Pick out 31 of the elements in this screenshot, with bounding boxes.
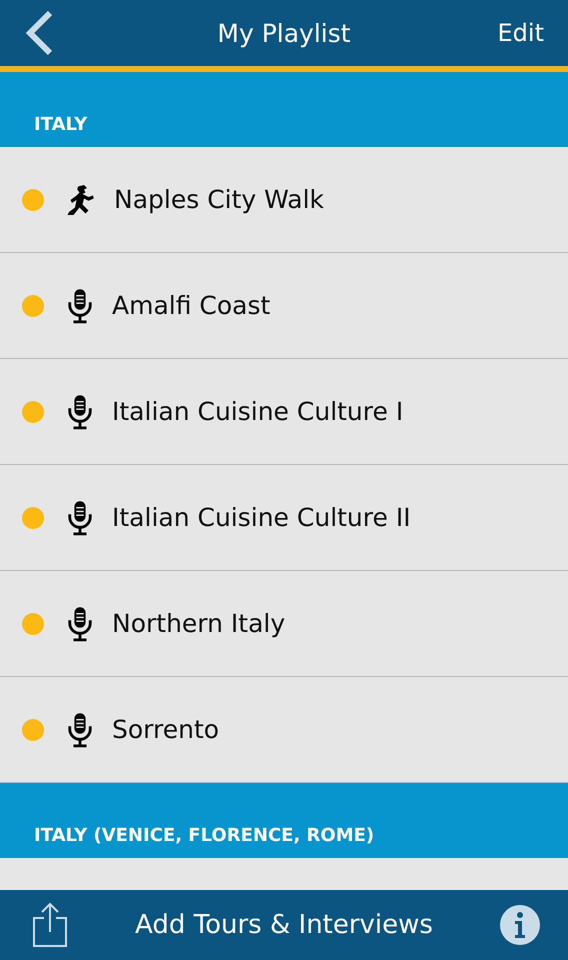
add-tours-button[interactable]: Add Tours & Interviews	[135, 910, 433, 940]
microphone-icon	[66, 498, 94, 536]
item-title: Northern Italy	[112, 609, 286, 638]
walking-figure-icon	[66, 182, 96, 216]
status-dot	[22, 506, 44, 528]
playlist-item[interactable]: Italian Cuisine Culture II	[0, 465, 568, 571]
status-dot	[22, 612, 44, 634]
back-icon[interactable]	[24, 9, 54, 57]
item-title: Italian Cuisine Culture I	[112, 397, 404, 426]
microphone-icon	[66, 392, 94, 430]
playlist-item[interactable]: Amalfi Coast	[0, 253, 568, 359]
section-title: ITALY (VENICE, FLORENCE, ROME)	[34, 825, 374, 846]
playlist-item[interactable]: Northern Italy	[0, 571, 568, 677]
item-title: Sorrento	[112, 715, 220, 744]
playlist-item[interactable]: Naples City Walk	[0, 147, 568, 253]
microphone-icon	[66, 604, 94, 642]
item-title: Italian Cuisine Culture II	[112, 503, 411, 532]
status-dot	[22, 188, 44, 210]
playlist-item[interactable]: Italian Cuisine Culture I	[0, 359, 568, 465]
microphone-icon	[66, 710, 94, 748]
section-title: ITALY	[34, 114, 88, 135]
edit-button[interactable]: Edit	[498, 19, 544, 47]
info-icon[interactable]	[500, 905, 540, 945]
nav-title: My Playlist	[217, 18, 351, 48]
status-dot	[22, 400, 44, 422]
item-title: Naples City Walk	[114, 185, 324, 214]
microphone-icon	[66, 286, 94, 324]
status-dot	[22, 294, 44, 316]
status-dot	[22, 718, 44, 740]
share-icon[interactable]	[32, 902, 68, 948]
item-title: Amalfi Coast	[112, 291, 270, 320]
